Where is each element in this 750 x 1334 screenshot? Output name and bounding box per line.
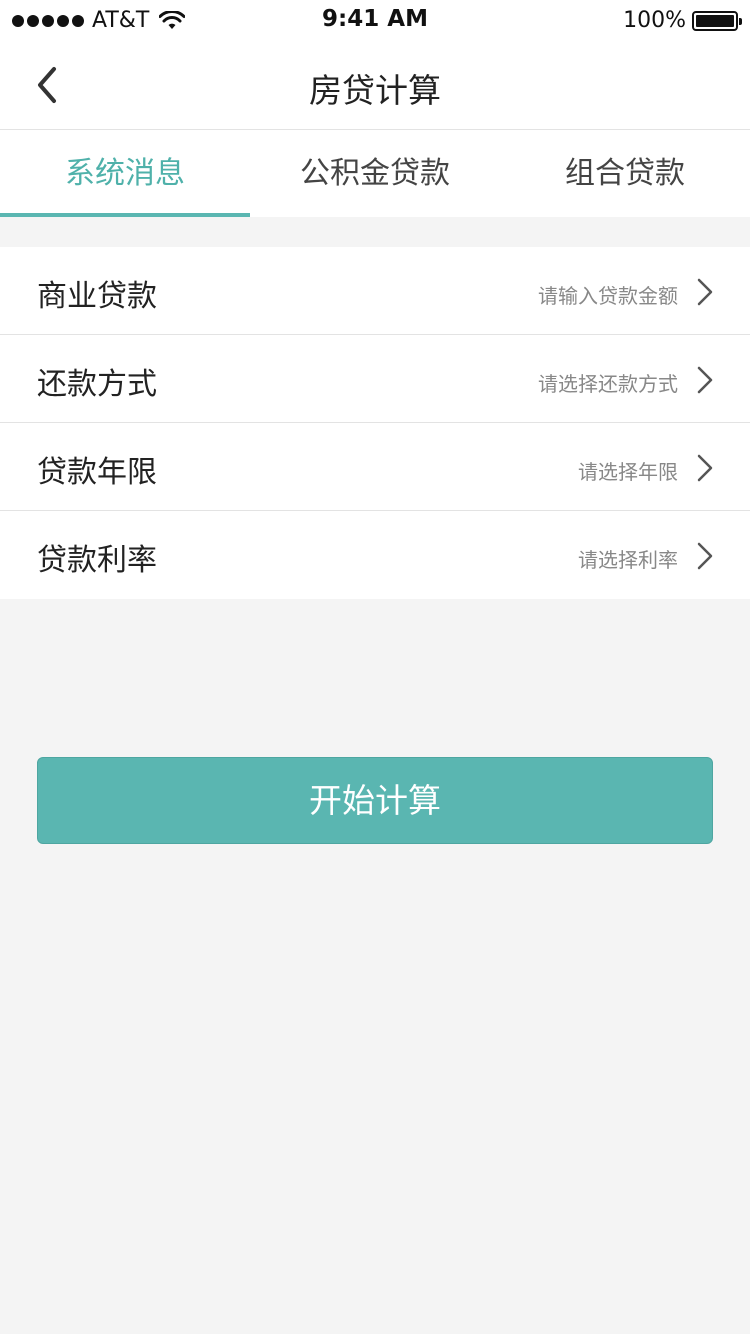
status-bar: AT&T 9:41 AM 100% — [0, 0, 750, 40]
row-label: 还款方式 — [37, 367, 157, 402]
battery-icon — [692, 10, 742, 31]
battery-percent: 100% — [623, 8, 686, 33]
row-label: 商业贷款 — [37, 279, 157, 314]
repayment-method-placeholder: 请选择还款方式 — [538, 372, 678, 396]
row-interest-rate[interactable]: 贷款利率 请选择利率 — [0, 511, 750, 599]
page-title: 房贷计算 — [309, 71, 441, 110]
tab-combined-loan[interactable]: 组合贷款 — [500, 130, 750, 217]
row-label: 贷款年限 — [37, 455, 157, 490]
loan-form: 商业贷款 请输入贷款金额 还款方式 请选择还款方式 贷款年限 请选择年限 贷款利… — [0, 247, 750, 599]
tab-provident-fund-loan[interactable]: 公积金贷款 — [250, 130, 500, 217]
chevron-right-icon — [697, 454, 713, 482]
chevron-right-icon — [697, 542, 713, 570]
chevron-right-icon — [697, 278, 713, 306]
tab-bar: 系统消息 公积金贷款 组合贷款 — [0, 130, 750, 217]
row-loan-term[interactable]: 贷款年限 请选择年限 — [0, 423, 750, 511]
status-right: 100% — [623, 8, 742, 33]
row-label: 贷款利率 — [37, 543, 157, 578]
row-commercial-loan[interactable]: 商业贷款 请输入贷款金额 — [0, 247, 750, 335]
chevron-right-icon — [697, 366, 713, 394]
loan-amount-placeholder: 请输入贷款金额 — [538, 284, 678, 308]
interest-rate-placeholder: 请选择利率 — [578, 548, 678, 572]
row-repayment-method[interactable]: 还款方式 请选择还款方式 — [0, 335, 750, 423]
loan-term-placeholder: 请选择年限 — [578, 460, 678, 484]
start-calculation-button[interactable]: 开始计算 — [37, 757, 713, 844]
nav-bar: 房贷计算 — [0, 40, 750, 130]
tab-system-messages[interactable]: 系统消息 — [0, 130, 250, 217]
